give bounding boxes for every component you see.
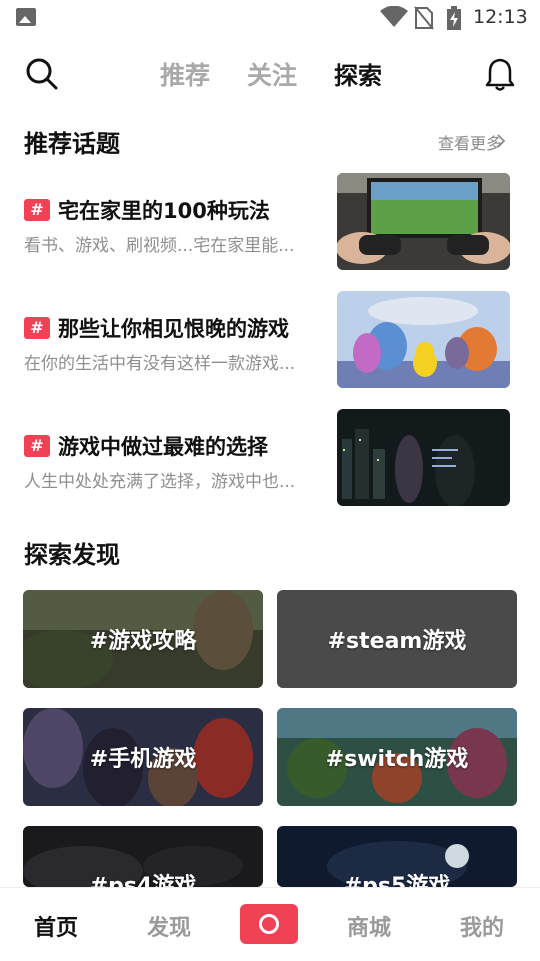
explore-card-switch[interactable]: #switch游戏 [277, 708, 517, 806]
hashtag-badge: # [24, 199, 50, 221]
gallery-notification-icon [16, 8, 36, 26]
notification-bell-icon[interactable] [484, 56, 516, 92]
topic-thumbnail [337, 173, 510, 270]
nav-discover[interactable]: 发现 [147, 910, 191, 942]
battery-charging-icon [447, 6, 461, 30]
top-bar: 推荐 关注 探索 [0, 48, 540, 100]
nav-mall[interactable]: 商城 [347, 910, 391, 942]
topic-title: 游戏中做过最难的选择 [58, 435, 268, 459]
search-icon[interactable] [24, 56, 60, 92]
tab-follow[interactable]: 关注 [247, 56, 297, 92]
topic-thumbnail [337, 409, 510, 506]
hashtag-badge: # [24, 435, 50, 457]
topic-item-1[interactable]: # 宅在家里的100种玩法 看书、游戏、刷视频...宅在家里能... [24, 173, 510, 271]
topic-description: 人生中处处充满了选择，游戏中也... [24, 472, 296, 492]
card-label: #steam游戏 [327, 629, 467, 654]
explore-card-steam[interactable]: #steam游戏 [277, 590, 517, 688]
topic-description: 在你的生活中有没有这样一款游戏... [24, 354, 296, 374]
tab-explore[interactable]: 探索 [334, 56, 382, 91]
card-label: #游戏攻略 [89, 629, 197, 654]
status-bar: 12:13 [0, 0, 540, 36]
explore-discover-title: 探索发现 [24, 541, 120, 569]
explore-card-ps5[interactable]: #ps5游戏 [277, 826, 517, 887]
wifi-icon [380, 6, 408, 27]
nav-me[interactable]: 我的 [460, 910, 504, 942]
bottom-navigation: 首页 发现 商城 我的 [0, 887, 540, 961]
no-sim-icon [414, 6, 434, 30]
topic-description: 看书、游戏、刷视频...宅在家里能... [24, 236, 295, 256]
explore-card-game-guide[interactable]: #游戏攻略 [23, 590, 263, 688]
card-label: #switch游戏 [325, 747, 469, 772]
tab-recommend[interactable]: 推荐 [160, 56, 210, 92]
topic-item-3[interactable]: # 游戏中做过最难的选择 人生中处处充满了选择，游戏中也... [24, 409, 510, 507]
topic-title: 宅在家里的100种玩法 [58, 199, 270, 223]
card-label: #ps5游戏 [343, 874, 451, 887]
topic-thumbnail [337, 291, 510, 388]
nav-home[interactable]: 首页 [34, 910, 78, 942]
view-more-link[interactable]: 查看更多 [438, 130, 502, 154]
recommended-topics-title: 推荐话题 [24, 130, 120, 158]
status-time: 12:13 [473, 6, 528, 28]
card-label: #手机游戏 [89, 747, 197, 772]
center-record-button[interactable] [240, 904, 298, 944]
chevron-right-icon[interactable] [496, 133, 506, 149]
explore-card-ps4[interactable]: #ps4游戏 [23, 826, 263, 887]
topic-item-2[interactable]: # 那些让你相见恨晚的游戏 在你的生活中有没有这样一款游戏... [24, 291, 510, 389]
card-label: #ps4游戏 [89, 874, 197, 887]
explore-card-mobile-games[interactable]: #手机游戏 [23, 708, 263, 806]
hashtag-badge: # [24, 317, 50, 339]
topic-title: 那些让你相见恨晚的游戏 [58, 317, 289, 341]
